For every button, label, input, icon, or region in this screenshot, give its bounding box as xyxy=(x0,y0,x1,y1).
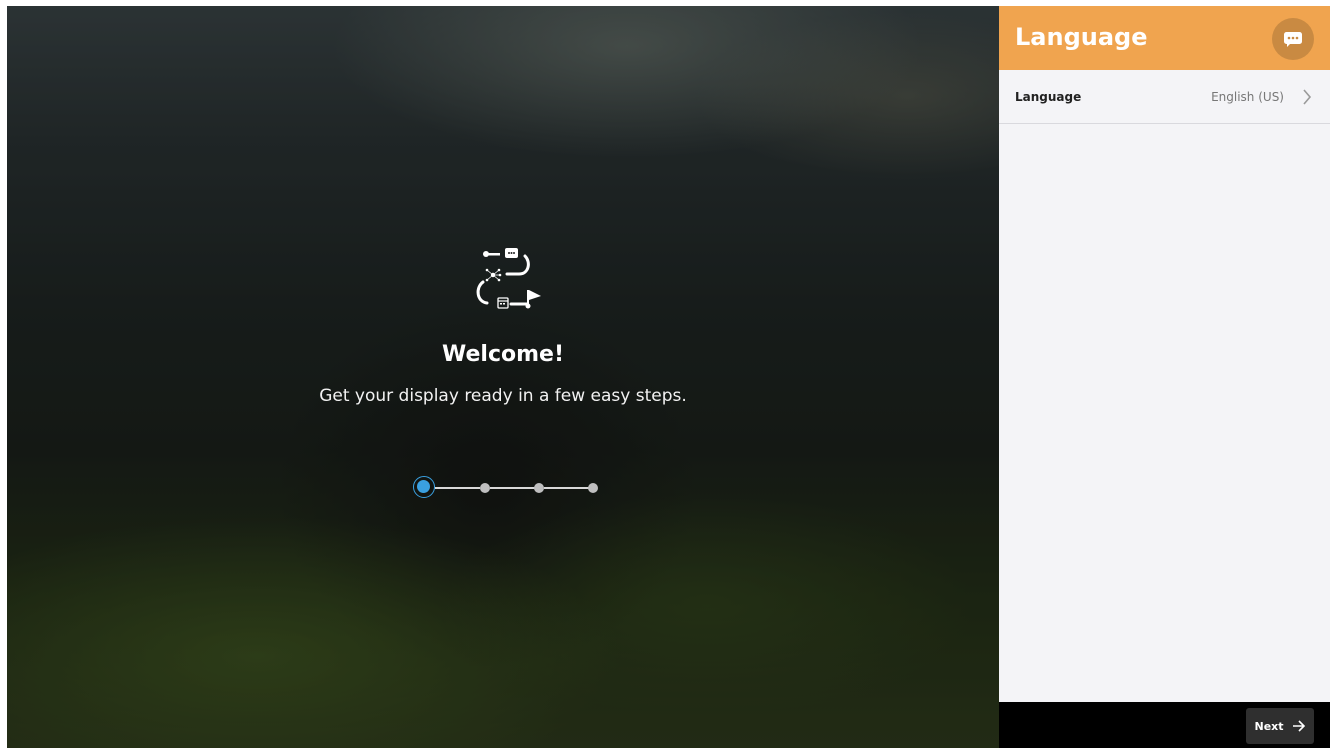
step-2 xyxy=(480,483,490,493)
panel-header: Language xyxy=(999,6,1330,70)
panel-footer: Next xyxy=(999,702,1330,748)
step-4 xyxy=(588,483,598,493)
stepper-connector xyxy=(490,487,535,489)
chat-icon xyxy=(1284,32,1302,47)
step-3 xyxy=(534,483,544,493)
language-row[interactable]: Language English (US) xyxy=(999,70,1330,124)
next-label: Next xyxy=(1254,719,1284,733)
stepper-connector xyxy=(435,487,480,489)
language-value: English (US) xyxy=(1211,90,1284,104)
settings-panel: Language Language English (US) Next xyxy=(999,6,1330,748)
setup-journey-icon xyxy=(476,248,541,309)
language-label: Language xyxy=(1015,90,1082,104)
app-frame: Welcome! Get your display ready in a few… xyxy=(7,6,1330,748)
welcome-subtitle: Get your display ready in a few easy ste… xyxy=(319,386,687,406)
welcome-title: Welcome! xyxy=(442,342,564,367)
stepper-connector xyxy=(544,487,589,489)
next-button[interactable]: Next xyxy=(1246,708,1314,744)
welcome-background: Welcome! Get your display ready in a few… xyxy=(7,6,999,748)
chat-button[interactable] xyxy=(1272,18,1314,60)
step-1-current xyxy=(413,476,435,498)
setup-stepper xyxy=(412,476,602,500)
chevron-right-icon xyxy=(1303,89,1312,105)
arrow-right-icon xyxy=(1292,720,1305,732)
panel-title: Language xyxy=(1015,23,1148,51)
